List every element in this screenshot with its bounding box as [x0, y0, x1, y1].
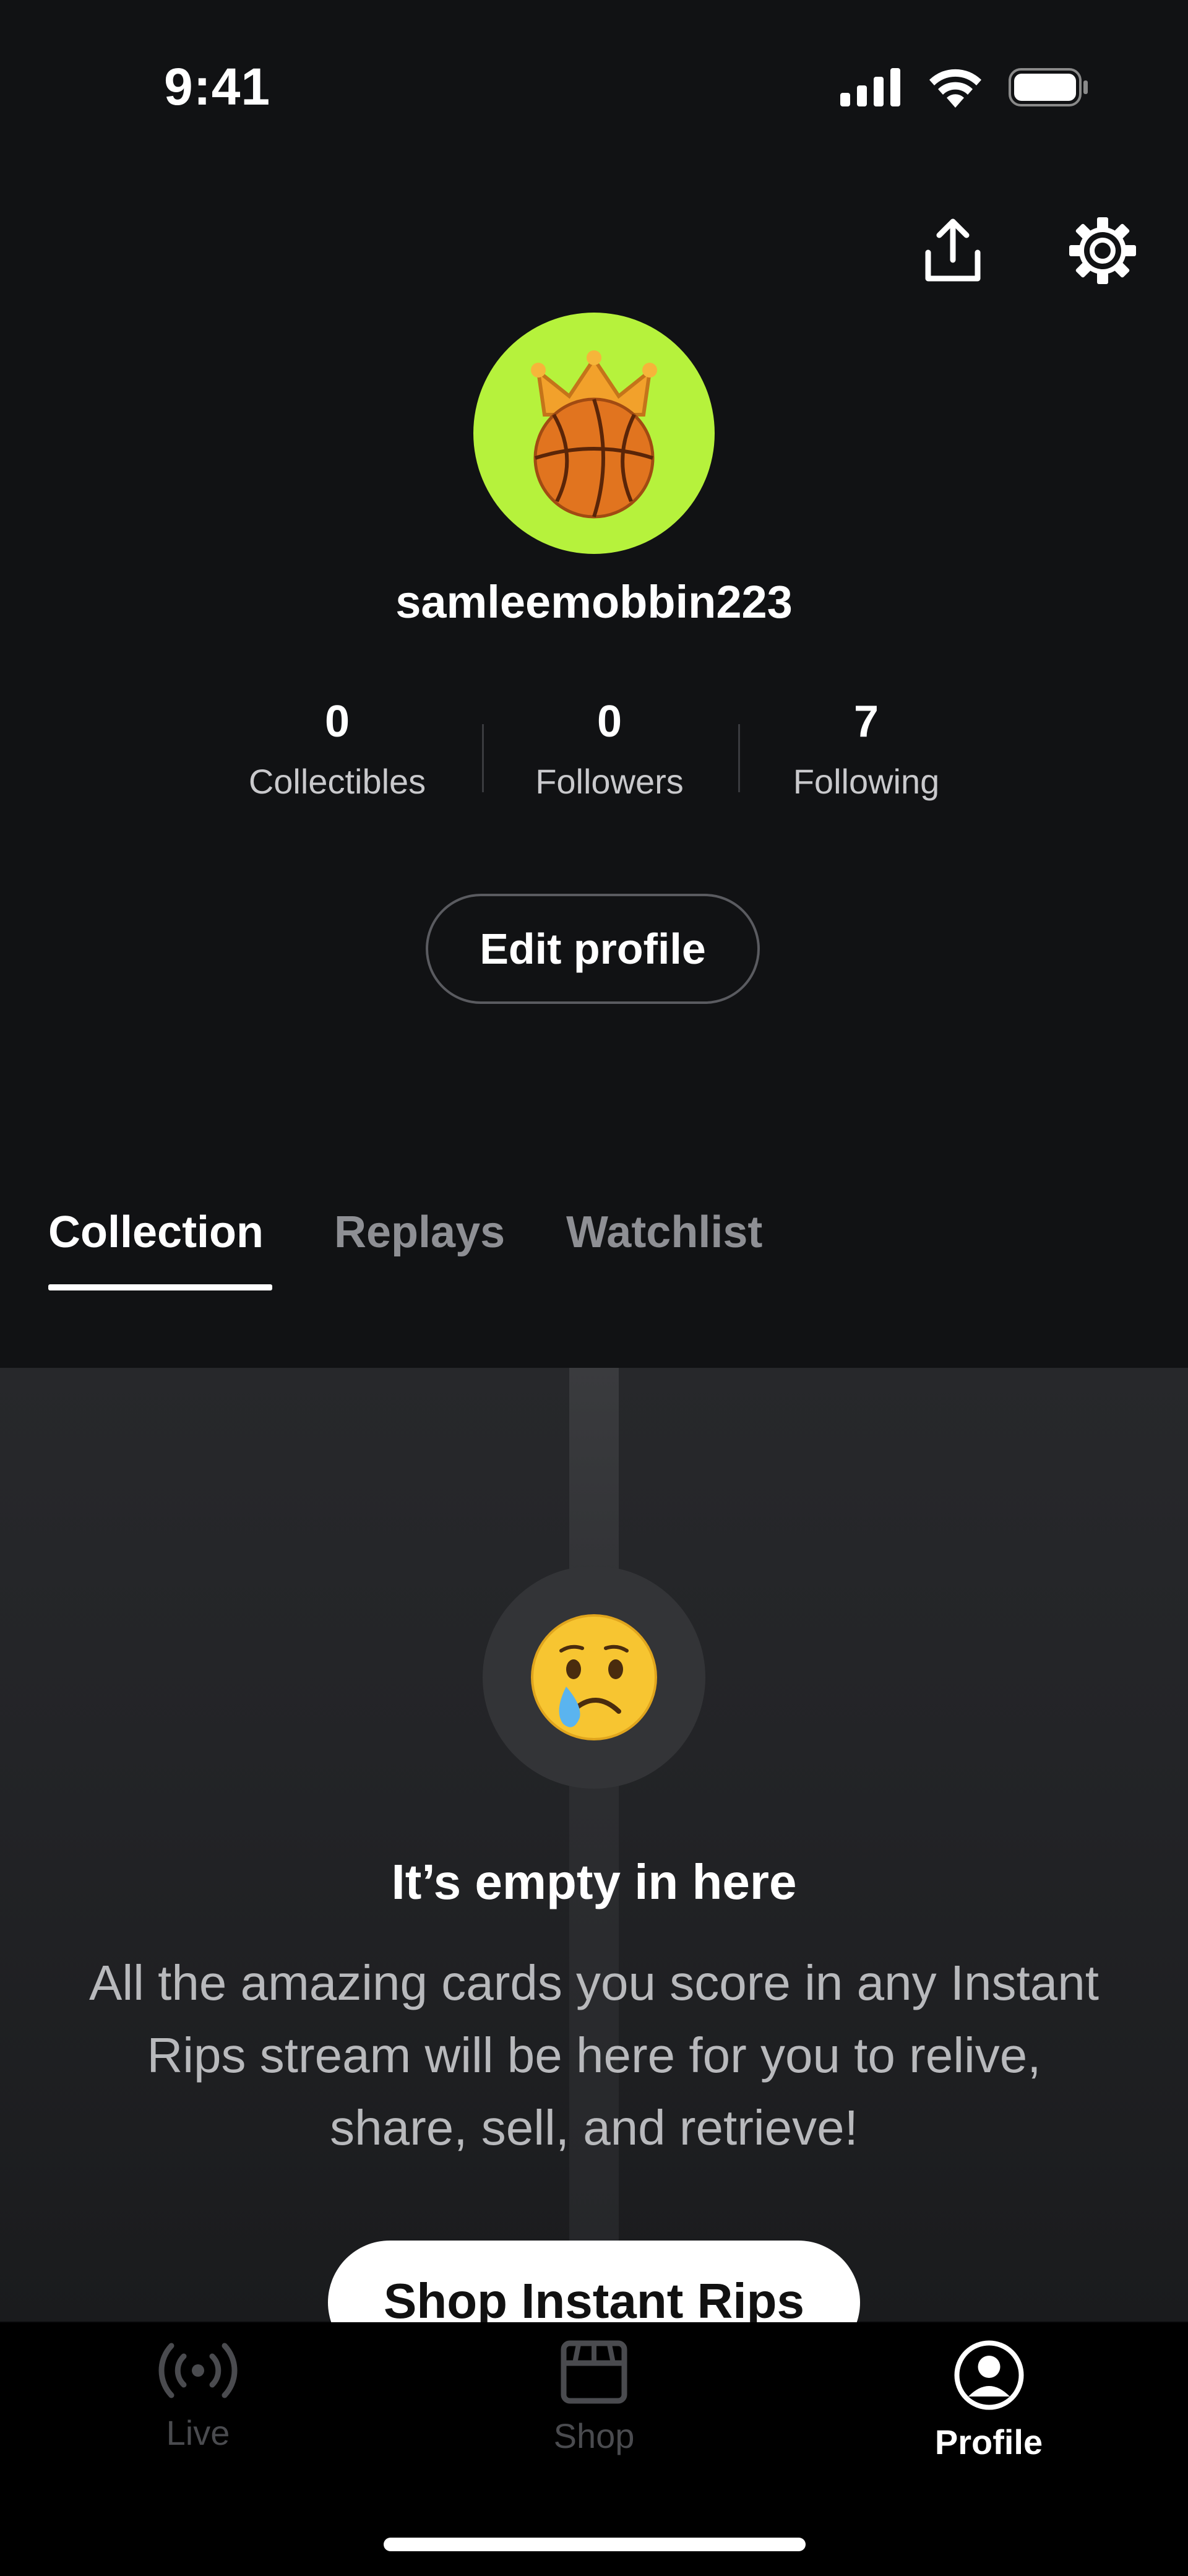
empty-title: It’s empty in here	[391, 1854, 797, 1909]
status-time: 9:41	[164, 58, 271, 116]
nav-shop[interactable]: Shop	[483, 2340, 705, 2456]
stat-label: Collectibles	[248, 762, 426, 801]
share-icon	[925, 218, 981, 282]
stat-label: Following	[793, 762, 940, 801]
battery-icon	[1009, 68, 1088, 106]
empty-emoji-circle	[483, 1566, 705, 1789]
signal-icon	[840, 68, 900, 106]
stat-value: 7	[853, 697, 879, 746]
settings-button[interactable]	[1065, 214, 1140, 288]
share-button[interactable]	[916, 214, 990, 288]
stat-divider	[738, 724, 740, 792]
gear-icon	[1069, 217, 1136, 284]
stat-following[interactable]: 7 Following	[755, 699, 978, 802]
avatar	[473, 313, 715, 554]
wifi-icon	[929, 69, 981, 108]
edit-profile-button[interactable]: Edit profile	[426, 894, 760, 1004]
stat-collectibles[interactable]: 0 Collectibles	[226, 699, 449, 802]
tab-replays[interactable]: Replays	[334, 1207, 505, 1258]
stat-value: 0	[324, 697, 350, 746]
stat-label: Followers	[535, 762, 684, 801]
stat-divider	[482, 724, 484, 792]
crying-face-icon	[531, 1614, 657, 1740]
status-icons	[840, 67, 1089, 108]
home-indicator	[384, 2538, 806, 2551]
nav-label: Profile	[934, 2423, 1043, 2461]
live-broadcast-icon	[158, 2343, 238, 2398]
username: samleemobbin223	[395, 576, 793, 628]
profile-user-icon	[954, 2340, 1023, 2410]
basketball-crown-icon	[531, 350, 657, 519]
stat-value: 0	[596, 697, 622, 746]
storefront-icon	[561, 2340, 627, 2404]
nav-profile[interactable]: Profile	[877, 2340, 1100, 2462]
tab-watchlist[interactable]: Watchlist	[566, 1207, 762, 1258]
stat-followers[interactable]: 0 Followers	[498, 699, 721, 802]
empty-description: All the amazing cards you score in any I…	[89, 1955, 1099, 2155]
nav-live[interactable]: Live	[87, 2340, 309, 2453]
nav-label: Shop	[553, 2416, 635, 2455]
tab-collection[interactable]: Collection	[48, 1207, 264, 1258]
active-tab-indicator	[48, 1284, 272, 1290]
nav-label: Live	[166, 2413, 230, 2452]
